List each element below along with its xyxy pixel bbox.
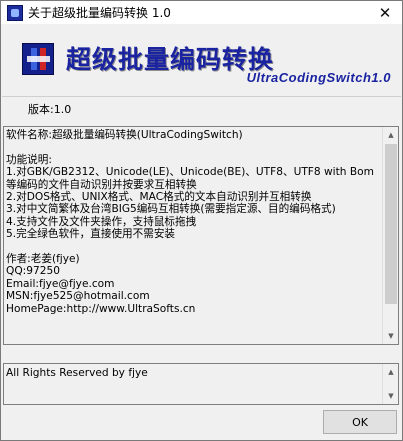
title-bar: 关于超级批量编码转换 1.0 ✕ [1,1,402,24]
about-dialog: 关于超级批量编码转换 1.0 ✕ 超级批量编码转换 UltraCodingSwi… [0,0,403,441]
copyright-scrollbar[interactable]: ▲ ▼ [382,364,398,404]
scroll-up-icon[interactable]: ▲ [383,127,399,143]
ok-button[interactable]: OK [323,410,397,434]
banner-subtitle: UltraCodingSwitch1.0 [246,70,391,85]
copyright-scroll-up-icon[interactable]: ▲ [383,364,399,380]
window-title: 关于超级批量编码转换 1.0 [28,6,171,20]
info-scrollbar[interactable]: ▲ ▼ [382,127,398,344]
info-textbox[interactable]: 软件名称:超级批量编码转换(UltraCodingSwitch) 功能说明: 1… [3,126,399,345]
version-panel: 版本:1.0 [2,96,401,125]
app-logo-icon [22,43,54,75]
close-button[interactable]: ✕ [368,1,402,24]
banner: 超级批量编码转换 UltraCodingSwitch1.0 [2,24,401,96]
banner-title: 超级批量编码转换 [66,45,275,74]
copyright-scroll-down-icon[interactable]: ▼ [383,388,399,404]
scroll-thumb[interactable] [385,144,397,304]
version-label: 版本:1.0 [28,103,72,116]
copyright-textbox[interactable]: All Rights Reserved by fjye ▲ ▼ [3,363,399,405]
app-icon [7,4,23,21]
info-text: 软件名称:超级批量编码转换(UltraCodingSwitch) 功能说明: 1… [6,129,374,315]
copyright-text: All Rights Reserved by fjye [6,367,148,379]
scroll-down-icon[interactable]: ▼ [383,328,399,344]
